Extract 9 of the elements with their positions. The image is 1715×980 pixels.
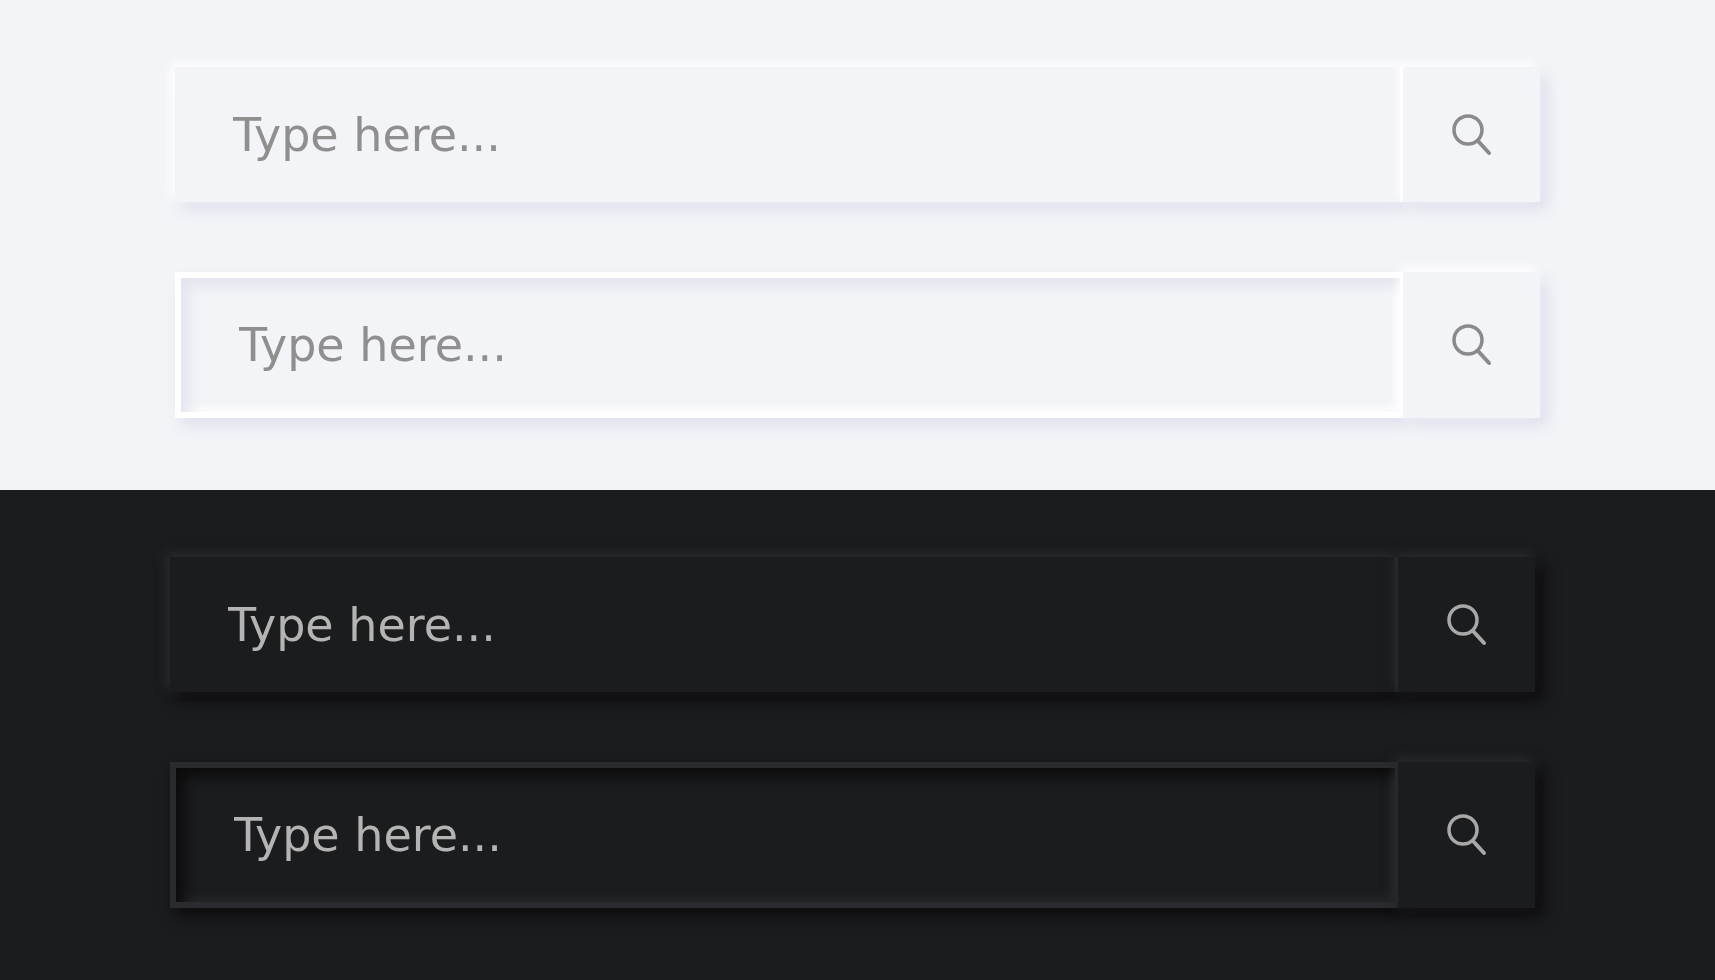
search-field[interactable]: Type here... — [170, 762, 1398, 908]
search-icon — [1450, 112, 1493, 157]
search-icon — [1445, 602, 1488, 647]
search-button[interactable] — [1398, 762, 1535, 908]
search-icon — [1445, 813, 1488, 857]
search-button[interactable] — [1403, 67, 1540, 202]
search-icon — [1450, 323, 1493, 367]
search-button[interactable] — [1398, 557, 1535, 692]
search-field[interactable]: Type here... — [170, 557, 1398, 692]
